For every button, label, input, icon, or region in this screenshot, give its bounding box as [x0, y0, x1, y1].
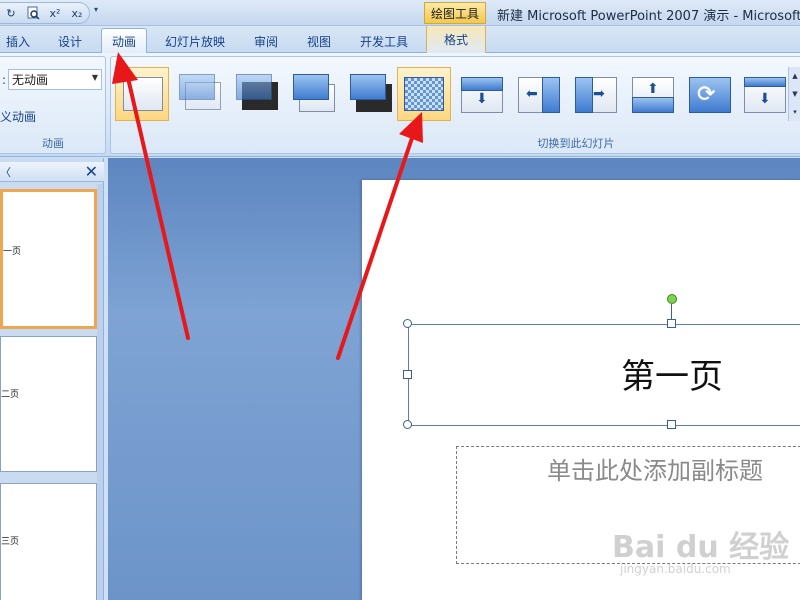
tab-review[interactable]: 审阅	[248, 30, 284, 52]
pane-tab-icon[interactable]: 〈	[0, 164, 11, 180]
push-fill-icon	[744, 77, 786, 87]
watermark-url: jingyan.baidu.com	[620, 562, 731, 576]
transition-group: ⬇ ⬅ ➡ ⬆ ⟳ ⬇ ▲ ▼ ▾ 切换到此幻灯片	[110, 56, 800, 154]
transition-group-caption: 切换到此幻灯片	[537, 137, 615, 150]
resize-handle-bottom-left[interactable]	[403, 420, 412, 429]
chevron-down-icon: ▼	[91, 73, 98, 82]
wipe-fill-icon	[461, 77, 503, 91]
wipe-fill-icon	[542, 77, 560, 113]
transition-cut[interactable]	[286, 67, 340, 121]
scroll-down-icon[interactable]: ▼	[789, 85, 800, 103]
animation-select[interactable]: 无动画 ▼	[8, 69, 102, 90]
slide-thumbnail-2[interactable]: 二页	[0, 336, 97, 472]
watermark-logo: Bai du 经验	[612, 530, 790, 565]
transition-wipe-up[interactable]: ⬆	[625, 67, 679, 121]
slide-thumbnail-title: 一页	[3, 247, 22, 257]
close-icon[interactable]: ✕	[85, 162, 98, 181]
slide-thumbnail-title: 三页	[1, 537, 20, 547]
transition-wipe-down[interactable]: ⬇	[454, 67, 508, 121]
arrow-left-icon: ⬅	[526, 86, 538, 102]
wipe-fill-icon	[575, 77, 593, 113]
slide-title[interactable]: 第一页	[409, 349, 800, 398]
transition-none[interactable]	[115, 67, 169, 121]
transition-wipe-left[interactable]: ⬅	[511, 67, 565, 121]
drawing-tools-context-label: 绘图工具	[424, 2, 486, 24]
title-bar: ↻ x² x₂ ▾ 绘图工具 新建 Microsoft PowerPoint 2…	[0, 0, 800, 26]
fade-icon	[236, 74, 272, 100]
scroll-up-icon[interactable]: ▲	[789, 67, 800, 85]
animation-label: :	[2, 73, 7, 87]
tab-slideshow[interactable]: 幻灯片放映	[160, 30, 230, 52]
animation-select-value: 无动画	[12, 73, 49, 87]
resize-handle-bottom[interactable]	[667, 420, 676, 429]
quick-access-toolbar: ↻ x² x₂	[0, 2, 90, 24]
tab-animation[interactable]: 动画	[101, 28, 147, 53]
redo-icon[interactable]: ↻	[2, 4, 20, 22]
transition-dissolve[interactable]	[397, 67, 451, 121]
tab-view[interactable]: 视图	[301, 30, 337, 52]
resize-handle-top[interactable]	[667, 319, 676, 328]
subscript-icon[interactable]: x₂	[68, 4, 86, 22]
ribbon-tabs: 插入 设计 动画 幻灯片放映 审阅 视图 开发工具 格式	[0, 26, 800, 53]
baidu-watermark: Bai du 经验 jingyan.baidu.com	[612, 512, 789, 582]
transition-push-down[interactable]: ⬇	[737, 67, 791, 121]
tab-insert[interactable]: 插入	[0, 30, 36, 52]
ribbon: : 无动画 ▼ 义动画 动画 ⬇ ⬅ ➡ ⬆ ⟳ ⬇ ▲ ▼ ▾ 切换到此幻灯片	[0, 53, 800, 157]
superscript-icon[interactable]: x²	[46, 4, 64, 22]
transition-wheel[interactable]: ⟳	[682, 67, 736, 121]
tab-developer[interactable]: 开发工具	[355, 30, 413, 52]
transition-wipe-right[interactable]: ➡	[568, 67, 622, 121]
arrow-right-icon: ➡	[593, 86, 605, 102]
print-preview-icon[interactable]	[24, 4, 42, 22]
custom-animation-button[interactable]: 义动画	[0, 108, 36, 125]
slide-thumb-icon	[123, 77, 163, 111]
arrow-down-icon: ⬇	[759, 91, 771, 107]
cut-icon	[293, 74, 329, 100]
gallery-scrollbar[interactable]: ▲ ▼ ▾	[788, 67, 800, 121]
slides-pane-scrollbar[interactable]	[97, 184, 103, 600]
slide-thumbnail-1[interactable]: 一页	[0, 189, 97, 329]
animation-group-caption: 动画	[42, 137, 64, 150]
rotate-icon: ⟳	[697, 82, 716, 107]
slide-thumbnail-3[interactable]: 三页	[0, 483, 97, 600]
slide-thumbnail-title: 二页	[1, 390, 20, 400]
gallery-more-icon[interactable]: ▾	[789, 103, 800, 121]
transition-fade-smoothly[interactable]	[172, 67, 226, 121]
transition-fade-black[interactable]	[229, 67, 283, 121]
transition-cut-black[interactable]	[343, 67, 397, 121]
title-placeholder[interactable]: 第一页	[408, 324, 800, 426]
dissolve-icon	[404, 77, 444, 111]
rotate-handle[interactable]	[667, 294, 677, 304]
wipe-fill-icon	[632, 97, 674, 113]
window-title: 新建 Microsoft PowerPoint 2007 演示 - Micros…	[497, 9, 800, 24]
slides-pane-header: 〈 ✕	[0, 162, 104, 182]
animation-group: : 无动画 ▼ 义动画 动画	[0, 56, 106, 154]
slides-pane: 〈 ✕ 一页 二页 三页	[0, 158, 104, 600]
customize-qat-dropdown-icon[interactable]: ▾	[94, 5, 106, 19]
tab-format[interactable]: 格式	[426, 26, 486, 53]
resize-handle-left[interactable]	[403, 370, 412, 379]
cut-icon	[350, 74, 386, 100]
arrow-down-icon: ⬇	[476, 91, 488, 107]
arrow-up-icon: ⬆	[647, 81, 659, 97]
tab-design[interactable]: 设计	[52, 30, 88, 52]
resize-handle-top-left[interactable]	[403, 319, 412, 328]
fade-icon	[179, 74, 215, 100]
subtitle-placeholder-text[interactable]: 单击此处添加副标题	[547, 451, 763, 486]
